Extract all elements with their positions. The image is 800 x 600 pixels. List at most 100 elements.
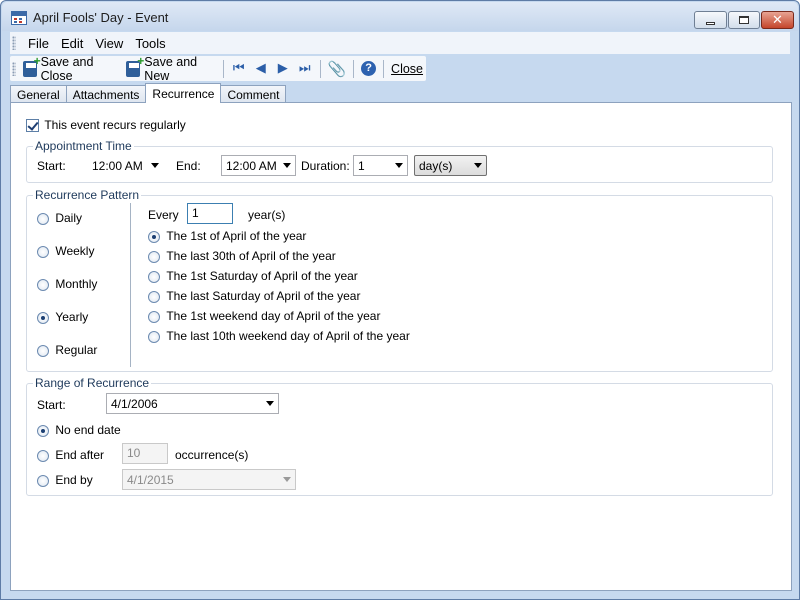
end-by-select[interactable]: 4/1/2015 — [122, 469, 296, 490]
yearly-option-label: The last 10th weekend day of April of th… — [166, 329, 410, 343]
end-by-label: End by — [55, 473, 93, 487]
end-after-label: End after — [55, 448, 105, 462]
yearly-option-radio[interactable] — [148, 250, 160, 263]
tab-recurrence[interactable]: Recurrence — [145, 83, 222, 103]
end-after-option[interactable]: End after — [37, 448, 104, 462]
toolbar-separator — [222, 59, 224, 78]
previous-record-icon: ◀ — [255, 61, 266, 76]
last-record-button[interactable]: ⏭ — [294, 58, 316, 80]
end-after-input[interactable]: 10 — [122, 443, 168, 464]
event-window: April Fools' Day - Event ✕ File Edit Vie… — [0, 0, 800, 600]
frequency-monthly[interactable]: Monthly — [37, 277, 97, 291]
yearly-option[interactable]: The 1st Saturday of April of the year — [148, 269, 358, 283]
appointment-time-group: Appointment Time Start: 12:00 AM End: 12… — [26, 139, 773, 183]
close-window-button[interactable]: ✕ — [761, 11, 794, 29]
frequency-regular[interactable]: Regular — [37, 343, 97, 357]
yearly-option-label: The 1st of April of the year — [166, 229, 307, 243]
save-and-close-label: Save and Close — [40, 54, 94, 83]
range-start-value: 4/1/2006 — [111, 396, 158, 411]
frequency-weekly[interactable]: Weekly — [37, 244, 94, 258]
toolbar: Save and Close Save and New ⏮ ◀ ▶ ⏭ 📎 ? … — [10, 54, 426, 83]
minimize-button[interactable] — [694, 11, 727, 29]
yearly-option-radio[interactable] — [148, 230, 160, 243]
yearly-option[interactable]: The last 10th weekend day of April of th… — [148, 329, 410, 343]
help-icon: ? — [361, 61, 377, 76]
range-title: Range of Recurrence — [33, 376, 152, 390]
save-and-new-label: Save and New — [144, 54, 198, 83]
yearly-option[interactable]: The last Saturday of April of the year — [148, 289, 360, 303]
attach-icon: 📎 — [327, 59, 347, 78]
save-and-close-button[interactable]: Save and Close — [20, 54, 122, 83]
end-time-value: 12:00 AM — [226, 158, 277, 173]
tab-comment[interactable]: Comment — [220, 85, 287, 103]
chevron-down-icon — [283, 163, 291, 168]
chevron-down-icon — [283, 477, 291, 482]
menu-tools[interactable]: Tools — [127, 36, 169, 51]
window-title: April Fools' Day - Event — [33, 10, 169, 25]
previous-record-button[interactable]: ◀ — [250, 58, 272, 80]
recurrence-panel: This event recurs regularly Appointment … — [10, 102, 792, 591]
yearly-label: Yearly — [55, 310, 89, 324]
tab-general[interactable]: General — [10, 85, 67, 103]
end-by-radio[interactable] — [37, 474, 49, 487]
help-button[interactable]: ? — [358, 58, 379, 80]
maximize-icon — [739, 16, 749, 24]
end-by-option[interactable]: End by — [37, 473, 93, 487]
tab-attachments[interactable]: Attachments — [65, 85, 147, 103]
daily-label: Daily — [55, 211, 83, 225]
save-and-new-button[interactable]: Save and New — [123, 54, 219, 83]
daily-radio[interactable] — [37, 212, 49, 225]
attach-button[interactable]: 📎 — [325, 58, 350, 80]
maximize-button[interactable] — [728, 11, 760, 29]
appointment-time-title: Appointment Time — [33, 139, 134, 153]
frequency-daily[interactable]: Daily — [37, 211, 82, 225]
close-icon: ✕ — [772, 12, 783, 28]
toolbar-separator — [319, 59, 321, 78]
yearly-option-radio[interactable] — [148, 330, 160, 343]
yearly-option-label: The last Saturday of April of the year — [166, 289, 361, 303]
last-record-icon: ⏭ — [298, 61, 311, 76]
yearly-option[interactable]: The last 30th of April of the year — [148, 249, 336, 263]
save-close-icon — [22, 54, 41, 77]
chevron-down-icon — [395, 163, 403, 168]
menu-file[interactable]: File — [20, 36, 53, 51]
weekly-radio[interactable] — [37, 245, 49, 258]
title-bar[interactable]: April Fools' Day - Event ✕ — [2, 2, 798, 31]
end-time-select[interactable]: 12:00 AM — [221, 155, 296, 176]
regular-radio[interactable] — [37, 344, 49, 357]
start-time-select[interactable]: 12:00 AM — [87, 155, 164, 176]
start-time-value: 12:00 AM — [92, 158, 143, 173]
yearly-option-radio[interactable] — [148, 310, 160, 323]
close-label: Close — [391, 61, 424, 76]
frequency-yearly[interactable]: Yearly — [37, 310, 88, 324]
menu-view[interactable]: View — [87, 36, 127, 51]
yearly-option-radio[interactable] — [148, 270, 160, 283]
recurs-checkbox[interactable] — [26, 119, 39, 133]
first-record-button[interactable]: ⏮ — [228, 58, 250, 80]
duration-unit-value: day(s) — [419, 158, 453, 173]
yearly-option-radio[interactable] — [148, 290, 160, 303]
monthly-radio[interactable] — [37, 278, 49, 291]
end-after-radio[interactable] — [37, 449, 49, 462]
menu-edit[interactable]: Edit — [53, 36, 87, 51]
yearly-option[interactable]: The 1st of April of the year — [148, 229, 306, 243]
yearly-radio[interactable] — [37, 311, 49, 324]
recurs-checkbox-row[interactable]: This event recurs regularly — [26, 118, 186, 133]
range-start-select[interactable]: 4/1/2006 — [106, 393, 279, 414]
monthly-label: Monthly — [55, 277, 98, 291]
every-unit-label: year(s) — [248, 208, 286, 222]
every-input[interactable]: 1 — [187, 203, 233, 224]
yearly-option-label: The 1st weekend day of April of the year — [166, 309, 381, 323]
end-time-label: End: — [176, 159, 201, 173]
yearly-option[interactable]: The 1st weekend day of April of the year — [148, 309, 380, 323]
end-by-value: 4/1/2015 — [127, 472, 174, 487]
duration-select[interactable]: 1 — [353, 155, 408, 176]
start-time-label: Start: — [37, 159, 66, 173]
duration-unit-select[interactable]: day(s) — [414, 155, 487, 176]
no-end-date-radio[interactable] — [37, 424, 49, 437]
no-end-date-option[interactable]: No end date — [37, 423, 121, 437]
recurs-label: This event recurs regularly — [44, 118, 186, 132]
regular-label: Regular — [55, 343, 98, 357]
next-record-button[interactable]: ▶ — [272, 58, 294, 80]
close-button[interactable]: Close — [388, 58, 426, 80]
